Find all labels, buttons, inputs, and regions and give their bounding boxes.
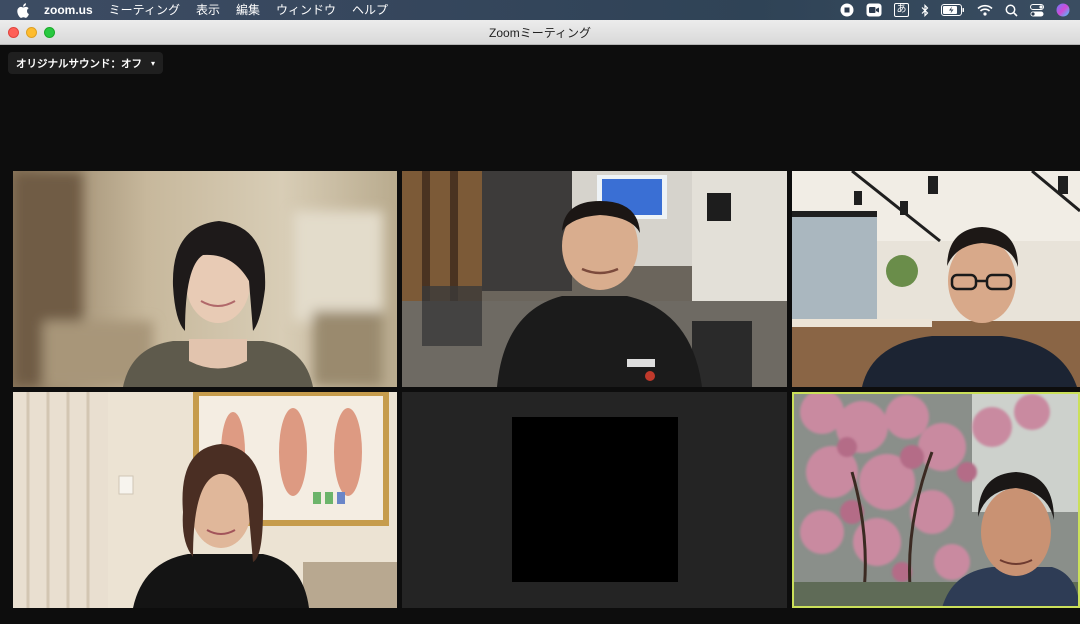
video-tile-participant-3[interactable]: [792, 171, 1080, 387]
menu-app-name[interactable]: zoom.us: [44, 0, 93, 20]
window-title-bar: Zoomミーティング: [0, 20, 1080, 45]
menu-window[interactable]: ウィンドウ: [276, 0, 336, 20]
video-feed-2: [402, 171, 787, 387]
camera-icon[interactable]: [866, 3, 882, 17]
window-title: Zoomミーティング: [489, 25, 591, 40]
macos-menu-bar: zoom.us ミーティング 表示 編集 ウィンドウ ヘルプ あ: [0, 0, 1080, 20]
bluetooth-icon[interactable]: [921, 3, 929, 17]
original-sound-label: オリジナルサウンド：オフ: [16, 57, 142, 70]
video-tile-participant-5[interactable]: [402, 392, 787, 608]
video-tile-participant-1[interactable]: [13, 171, 397, 387]
menu-help[interactable]: ヘルプ: [352, 0, 388, 20]
menu-view[interactable]: 表示: [196, 0, 220, 20]
input-method-label: あ: [894, 3, 909, 17]
siri-icon[interactable]: [1056, 3, 1070, 17]
record-icon[interactable]: [840, 3, 854, 17]
control-center-icon[interactable]: [1030, 3, 1044, 17]
minimize-window-button[interactable]: [26, 27, 37, 38]
menu-edit[interactable]: 編集: [236, 0, 260, 20]
battery-icon[interactable]: [941, 3, 965, 17]
window-controls: [8, 27, 55, 38]
camera-off-placeholder: [512, 417, 678, 582]
close-window-button[interactable]: [8, 27, 19, 38]
video-feed-1: [13, 171, 397, 387]
video-tile-participant-6-active-speaker[interactable]: [792, 392, 1080, 608]
video-tile-participant-4[interactable]: [13, 392, 397, 608]
video-tile-participant-2[interactable]: [402, 171, 787, 387]
original-sound-toggle[interactable]: オリジナルサウンド：オフ ▾: [8, 52, 164, 74]
maximize-window-button[interactable]: [44, 27, 55, 38]
video-feed-6: [792, 392, 1080, 608]
search-icon[interactable]: [1005, 3, 1018, 17]
input-method-icon[interactable]: あ: [894, 3, 909, 17]
menu-meeting[interactable]: ミーティング: [109, 0, 180, 20]
wifi-icon[interactable]: [977, 3, 993, 17]
chevron-down-icon: ▾: [151, 58, 156, 68]
menu-bar-status-area: あ: [840, 0, 1070, 20]
meeting-area: オリジナルサウンド：オフ ▾: [0, 45, 1080, 624]
video-feed-3: [792, 171, 1080, 387]
video-feed-4: [13, 392, 397, 608]
apple-icon[interactable]: [16, 2, 30, 18]
